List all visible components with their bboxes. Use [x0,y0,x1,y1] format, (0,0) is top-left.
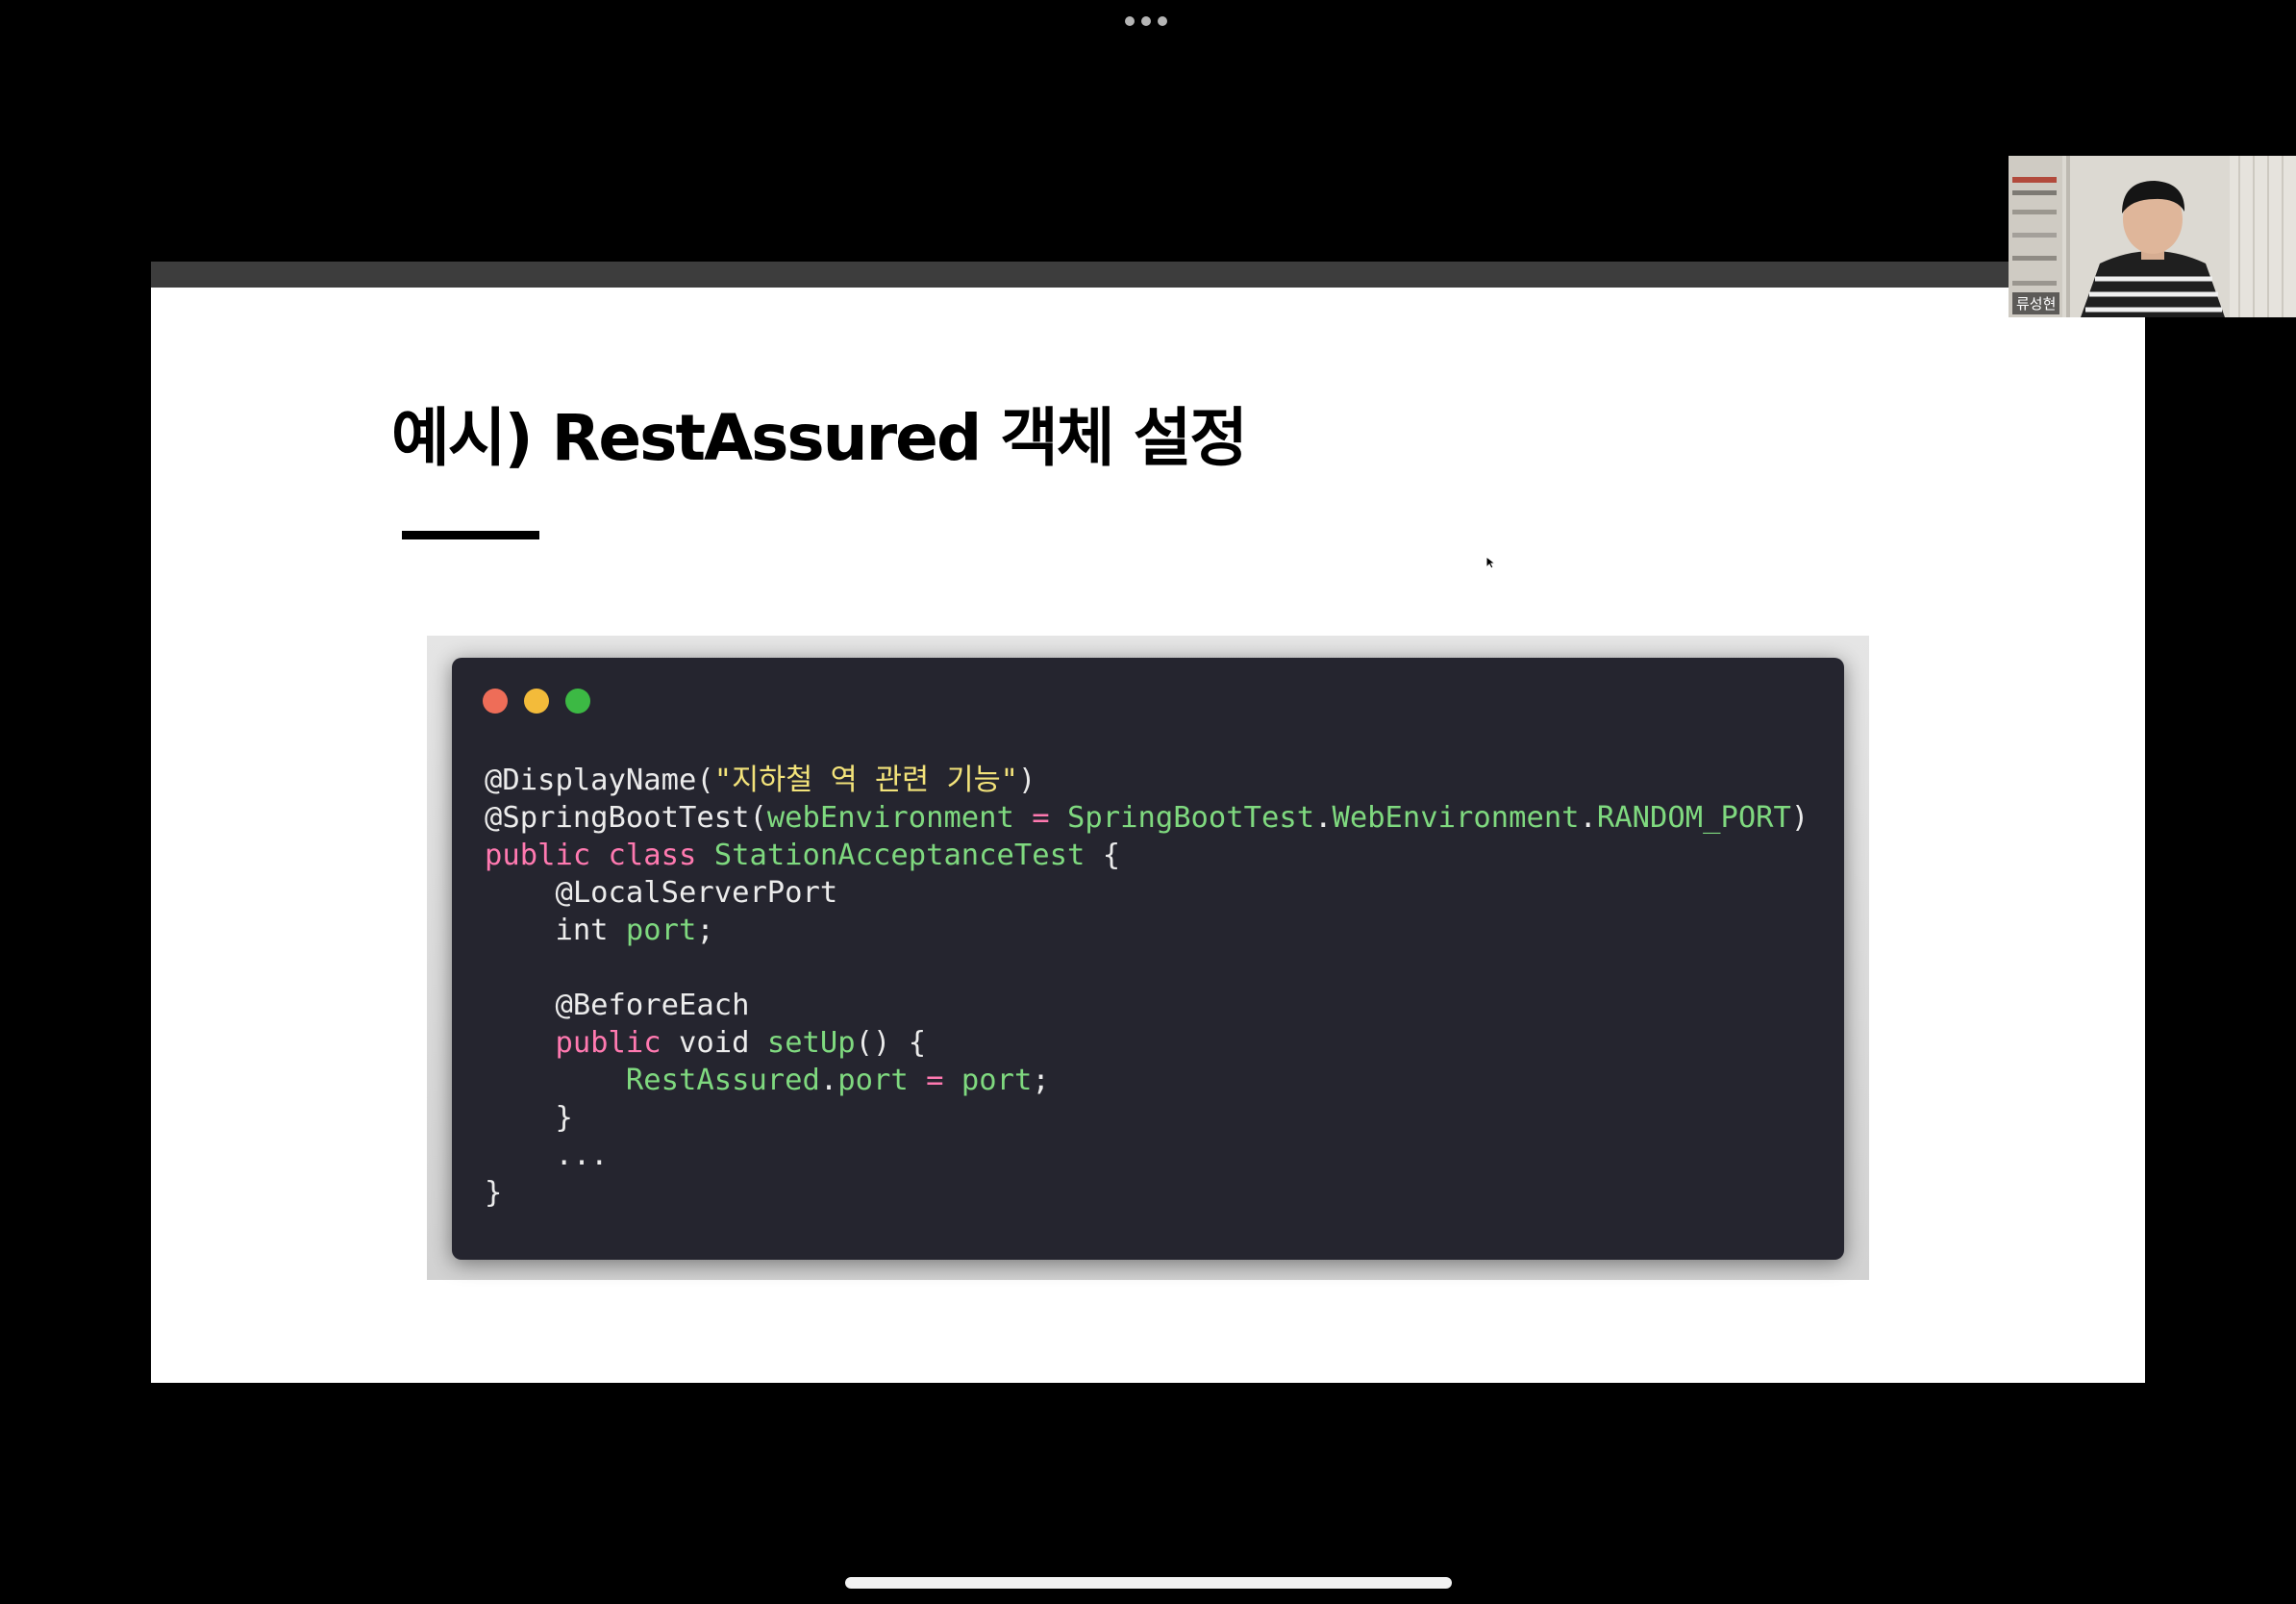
code-token: port [625,914,697,947]
code-token: public class [485,839,697,872]
presentation-slide: 예시) RestAssured 객체 설정 @DisplayName("지하철 … [151,262,2145,1383]
window-controls [483,689,590,714]
title-underline [402,531,539,539]
dot [1158,16,1167,26]
code-token: RANDOM_PORT [1596,801,1791,835]
code-token: ... [485,1139,609,1172]
code-token: @DisplayName( [485,764,714,797]
home-indicator[interactable] [845,1577,1452,1589]
code-line: public void setUp() { [485,1024,1809,1062]
code-token: public [555,1026,661,1060]
code-token: . [819,1064,838,1097]
code-line: } [485,1099,1809,1137]
code-line: @BeforeEach [485,987,1809,1024]
code-token: ; [696,914,714,947]
code-line: } [485,1174,1809,1212]
code-block: @DisplayName("지하철 역 관련 기능") @SpringBootTe… [485,762,1809,1212]
code-token: port [961,1064,1033,1097]
code-line: @SpringBootTest(webEnvironment = SpringB… [485,799,1809,837]
code-token: = [926,1064,944,1097]
code-token: WebEnvironment [1332,801,1580,835]
code-line: RestAssured.port = port; [485,1062,1809,1099]
dot [1125,16,1135,26]
code-token: } [485,1101,573,1135]
code-token: { [1085,839,1121,872]
code-token: @BeforeEach [485,989,750,1022]
code-token: SpringBootTest [1067,801,1315,835]
code-line: @DisplayName("지하철 역 관련 기능") [485,762,1809,799]
code-token: ; [1032,1064,1050,1097]
participant-name: 류성현 [2012,292,2060,314]
code-token: . [1579,801,1597,835]
code-token: () { [855,1026,927,1060]
code-token: "지하철 역 관련 기능" [713,764,1019,797]
code-token: StationAcceptanceTest [713,839,1086,872]
code-token: RestAssured [625,1064,820,1097]
code-token: void [661,1026,767,1060]
code-token: } [485,1176,503,1210]
code-line: public class StationAcceptanceTest { [485,837,1809,874]
slide-title: 예시) RestAssured 객체 설정 [391,401,1248,475]
code-line: @LocalServerPort [485,874,1809,912]
mouse-cursor-icon [1485,556,1497,569]
minimize-dot-icon [524,689,549,714]
code-token: setUp [766,1026,856,1060]
close-dot-icon [483,689,508,714]
code-token: ) [1790,801,1809,835]
code-token: @SpringBootTest( [485,801,767,835]
code-token: ) [1018,764,1036,797]
maximize-dot-icon [565,689,590,714]
code-token: int [485,914,626,947]
code-token: webEnvironment [766,801,1014,835]
code-token: = [1032,801,1050,835]
code-token: @LocalServerPort [485,876,838,910]
code-token: port [837,1064,909,1097]
participant-video[interactable]: 류성현 [2009,156,2296,317]
code-window: @DisplayName("지하철 역 관련 기능") @SpringBootTe… [452,658,1844,1260]
code-token: . [1314,801,1333,835]
more-dots-icon[interactable] [1125,16,1167,26]
code-line: int port; [485,912,1809,949]
code-line: ... [485,1137,1809,1174]
dot [1141,16,1151,26]
slide-top-bar [151,262,2145,288]
